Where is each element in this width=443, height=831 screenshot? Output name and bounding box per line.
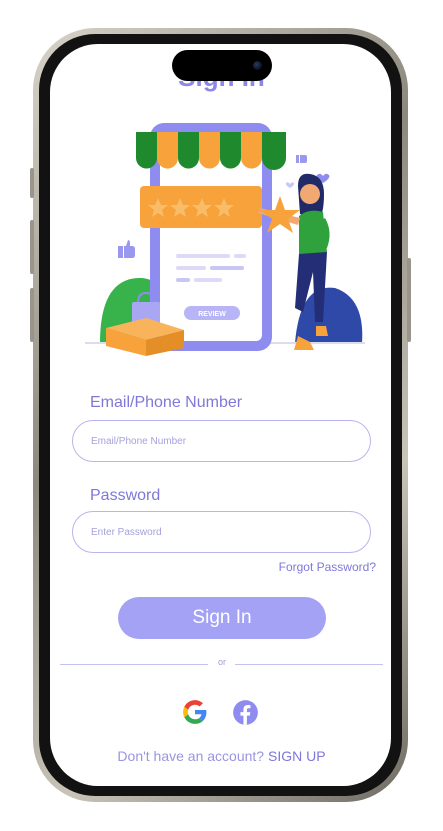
email-input[interactable] xyxy=(72,420,371,462)
divider-left xyxy=(60,664,208,665)
phone-volume-up-button xyxy=(30,220,34,274)
signup-row: Don't have an account? SIGN UP xyxy=(0,748,443,764)
divider-or-text: or xyxy=(217,657,226,667)
shop-review-illustration: REVIEW xyxy=(85,123,365,356)
google-login-button[interactable] xyxy=(181,698,209,726)
signup-link[interactable]: SIGN UP xyxy=(268,748,326,764)
google-icon xyxy=(183,700,207,724)
phone-power-button xyxy=(407,258,411,342)
camera-icon xyxy=(253,61,262,70)
review-pill-label: REVIEW xyxy=(198,311,226,318)
signup-prompt: Don't have an account? xyxy=(117,748,265,764)
forgot-password-link[interactable]: Forgot Password? xyxy=(279,560,376,574)
facebook-icon xyxy=(232,699,258,725)
password-input[interactable] xyxy=(72,511,371,553)
phone-volume-down-button xyxy=(30,288,34,342)
divider-right xyxy=(235,664,383,665)
sign-in-button[interactable]: Sign In xyxy=(118,597,326,639)
email-label: Email/Phone Number xyxy=(90,394,243,411)
password-label: Password xyxy=(90,487,161,504)
facebook-login-button[interactable] xyxy=(231,698,259,726)
phone-action-button xyxy=(30,168,34,198)
